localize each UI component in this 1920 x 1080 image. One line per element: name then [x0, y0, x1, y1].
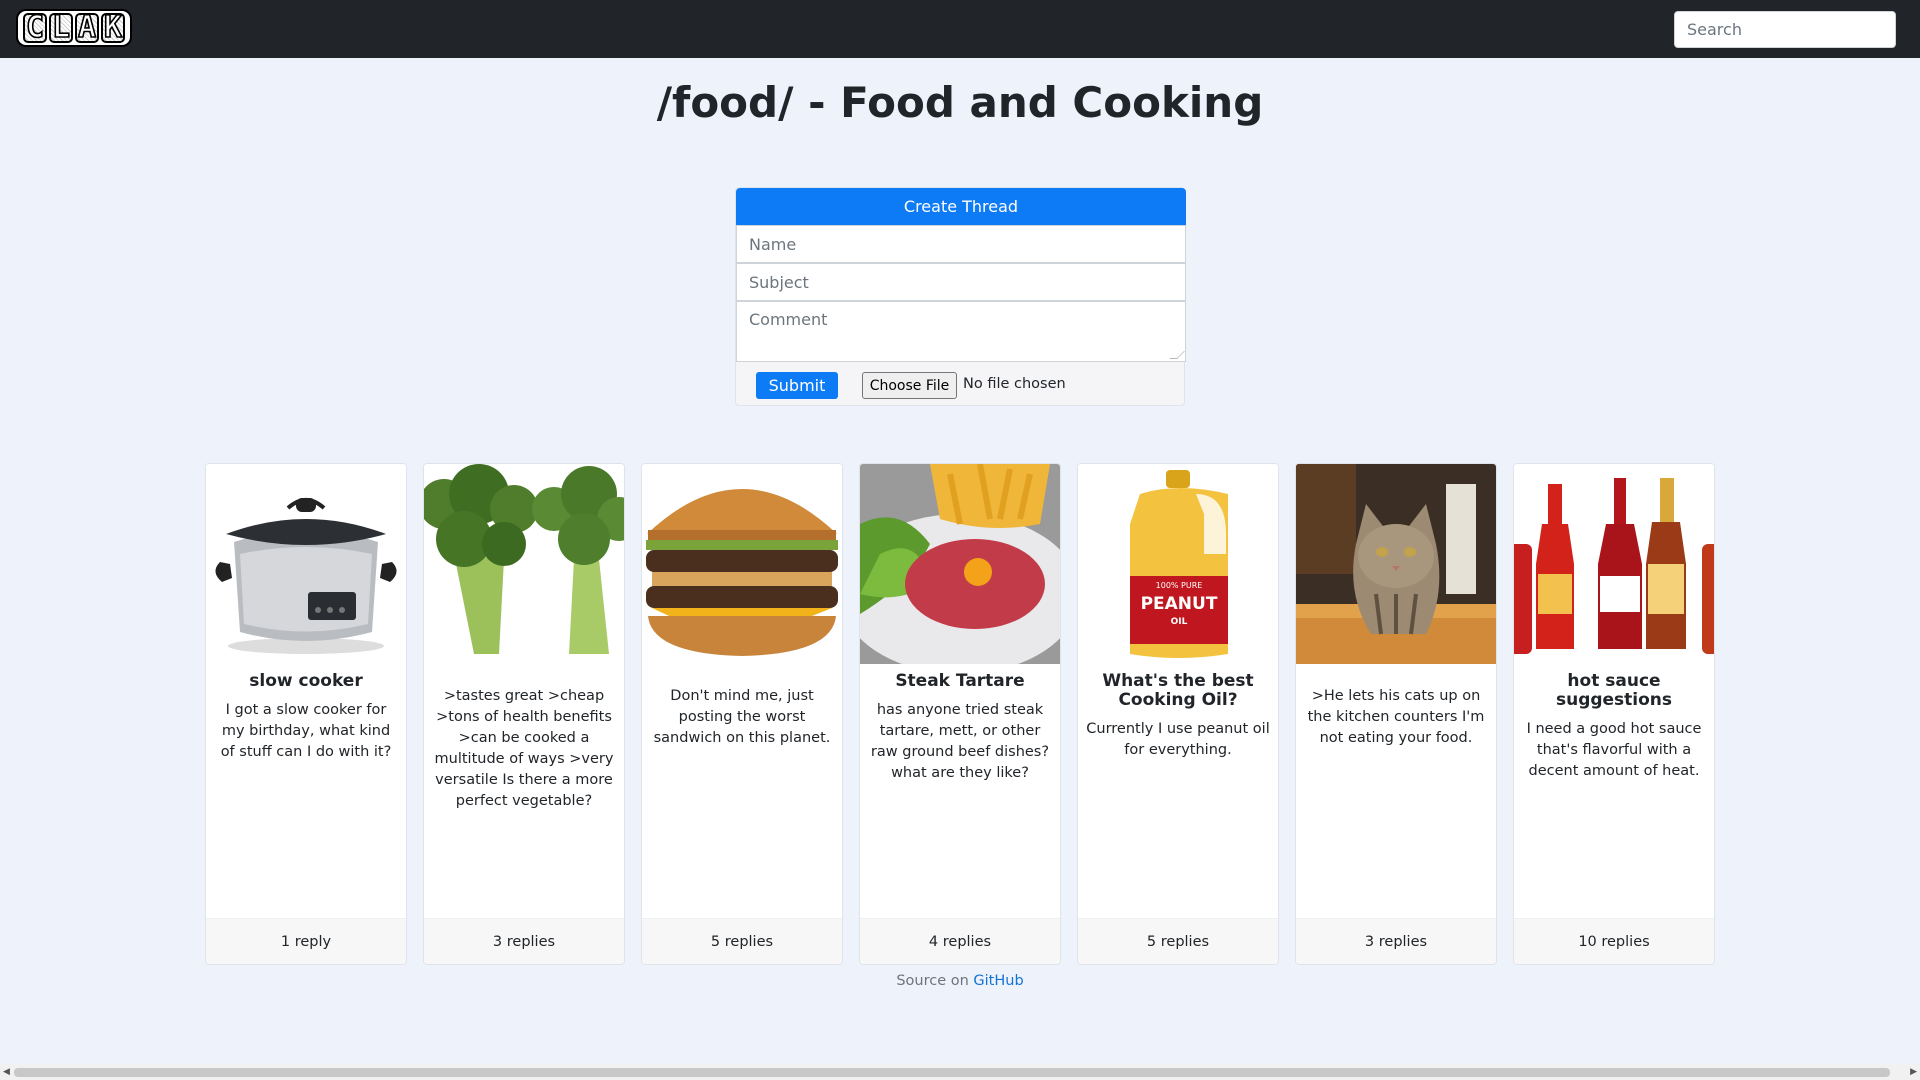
thread-title[interactable]: slow cooker: [214, 672, 398, 691]
thread-card[interactable]: slow cooker I got a slow cooker for my b…: [205, 463, 407, 965]
logo-letter: K: [101, 12, 125, 43]
jug-label-main: PEANUT: [1141, 594, 1218, 614]
reply-count[interactable]: 4 replies: [860, 918, 1060, 964]
thread-card[interactable]: Don't mind me, just posting the worst sa…: [641, 463, 843, 965]
slow-cooker-image[interactable]: [206, 464, 406, 664]
submit-button[interactable]: Submit: [756, 372, 838, 399]
jug-label-bottom: OIL: [1171, 617, 1188, 627]
thread-card[interactable]: 100% PURE PEANUT OIL What's the best Coo…: [1077, 463, 1279, 965]
thread-text: I need a good hot sauce that's flavorful…: [1526, 721, 1702, 779]
hamburger-image[interactable]: [642, 464, 842, 664]
cat-image[interactable]: [1296, 464, 1496, 664]
thread-card[interactable]: hot sauce suggestions I need a good hot …: [1513, 463, 1715, 965]
reply-count[interactable]: 3 replies: [1296, 918, 1496, 964]
file-status: No file chosen: [963, 376, 1066, 392]
reply-count[interactable]: 5 replies: [1078, 918, 1278, 964]
horizontal-scrollbar[interactable]: ◀ ▶: [0, 1064, 1920, 1080]
source-prefix: Source on: [896, 973, 969, 989]
thread-text: >tastes great >cheap >tons of health ben…: [434, 688, 614, 809]
reply-count[interactable]: 10 replies: [1514, 918, 1714, 964]
scroll-right-icon[interactable]: ▶: [1910, 1067, 1917, 1077]
thread-text: >He lets his cats up on the kitchen coun…: [1307, 688, 1485, 746]
thread-title[interactable]: hot sauce suggestions: [1522, 672, 1706, 710]
hot-sauce-bottles-image[interactable]: [1514, 464, 1714, 664]
peanut-oil-jug-image[interactable]: 100% PURE PEANUT OIL: [1078, 464, 1278, 664]
thread-grid: slow cooker I got a slow cooker for my b…: [205, 463, 1715, 965]
choose-file-button[interactable]: Choose File: [862, 372, 957, 399]
create-thread-button[interactable]: Create Thread: [736, 188, 1186, 225]
name-field[interactable]: [736, 225, 1186, 263]
navbar: C L A K: [0, 0, 1920, 58]
reply-count[interactable]: 3 replies: [424, 918, 624, 964]
github-link[interactable]: GitHub: [973, 973, 1023, 989]
steak-tartare-image[interactable]: [860, 464, 1060, 664]
thread-card[interactable]: >tastes great >cheap >tons of health ben…: [423, 463, 625, 965]
thread-title[interactable]: Steak Tartare: [868, 672, 1052, 691]
jug-label-top: 100% PURE: [1156, 581, 1203, 590]
subject-field[interactable]: [736, 263, 1186, 301]
source-footer: Source on GitHub: [0, 973, 1920, 989]
thread-text: has anyone tried steak tartare, mett, or…: [870, 702, 1050, 781]
logo-letter: C: [23, 12, 47, 43]
logo-letter: A: [75, 12, 99, 43]
search-input[interactable]: [1674, 11, 1896, 48]
reply-count[interactable]: 1 reply: [206, 918, 406, 964]
logo-letter: L: [49, 12, 73, 43]
comment-field[interactable]: [736, 301, 1186, 362]
scrollbar-thumb[interactable]: [14, 1068, 1890, 1077]
thread-card[interactable]: >He lets his cats up on the kitchen coun…: [1295, 463, 1497, 965]
create-thread-form: Create Thread Submit Choose File No file…: [735, 187, 1186, 406]
broccoli-image[interactable]: [424, 464, 624, 664]
reply-count[interactable]: 5 replies: [642, 918, 842, 964]
thread-text: I got a slow cooker for my birthday, wha…: [220, 702, 392, 760]
thread-text: Don't mind me, just posting the worst sa…: [653, 688, 831, 746]
thread-title[interactable]: What's the best Cooking Oil?: [1086, 672, 1270, 710]
thread-card[interactable]: Steak Tartare has anyone tried steak tar…: [859, 463, 1061, 965]
thread-text: Currently I use peanut oil for everythin…: [1086, 721, 1270, 758]
site-logo[interactable]: C L A K: [16, 9, 132, 47]
page-title: /food/ - Food and Cooking: [656, 78, 1264, 127]
scroll-left-icon[interactable]: ◀: [3, 1067, 10, 1077]
